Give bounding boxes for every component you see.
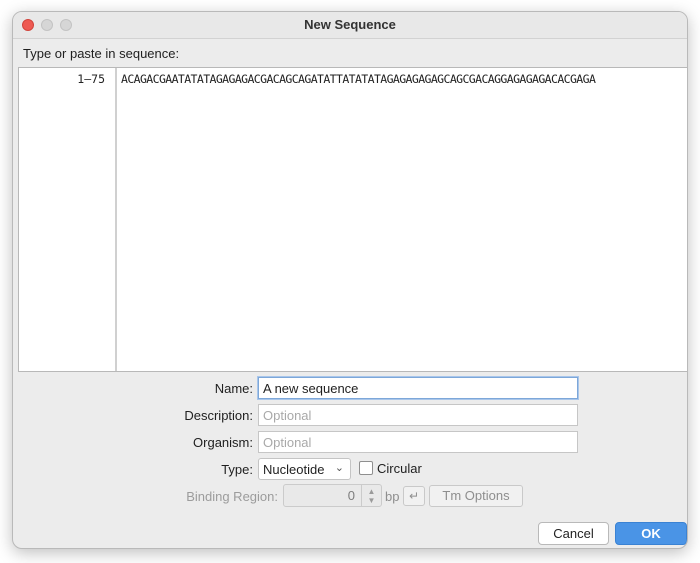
- binding-region-stepper[interactable]: 0 ▲ ▼: [283, 484, 382, 507]
- sequence-text[interactable]: ACAGACGAATATATAGAGAGACGACAGCAGATATTATATA…: [121, 72, 596, 86]
- up-down-arrows-icon[interactable]: ▲ ▼: [361, 485, 381, 506]
- cancel-button[interactable]: Cancel: [538, 522, 609, 545]
- dialog-title: New Sequence: [304, 17, 396, 32]
- organism-input[interactable]: [258, 431, 578, 453]
- sequence-range: 1–75: [77, 72, 105, 86]
- ok-button[interactable]: OK: [615, 522, 687, 545]
- binding-region-unit: bp: [385, 489, 400, 504]
- type-select-value: Nucleotide: [263, 462, 325, 477]
- type-label: Type:: [221, 462, 253, 477]
- binding-region-value: 0: [347, 488, 355, 503]
- sequence-gutter: 1–75: [19, 68, 117, 371]
- description-label: Description:: [184, 408, 253, 423]
- name-input[interactable]: [258, 377, 578, 399]
- type-select[interactable]: Nucleotide ⌄: [258, 458, 351, 480]
- organism-label: Organism:: [193, 435, 253, 450]
- tm-options-button[interactable]: Tm Options: [429, 485, 523, 507]
- new-sequence-dialog: New Sequence Type or paste in sequence: …: [12, 11, 688, 549]
- binding-region-label: Binding Region:: [186, 489, 278, 504]
- circular-checkbox[interactable]: [359, 461, 373, 475]
- titlebar: New Sequence: [13, 12, 687, 39]
- circular-label: Circular: [377, 461, 422, 476]
- sequence-prompt: Type or paste in sequence:: [23, 46, 180, 61]
- description-input[interactable]: [258, 404, 578, 426]
- name-label: Name:: [214, 381, 253, 396]
- sequence-editor[interactable]: 1–75 ACAGACGAATATATAGAGAGACGACAGCAGATATT…: [18, 67, 687, 372]
- chevron-down-icon: ⌄: [334, 462, 344, 474]
- return-arrow-icon[interactable]: ↵: [403, 486, 425, 506]
